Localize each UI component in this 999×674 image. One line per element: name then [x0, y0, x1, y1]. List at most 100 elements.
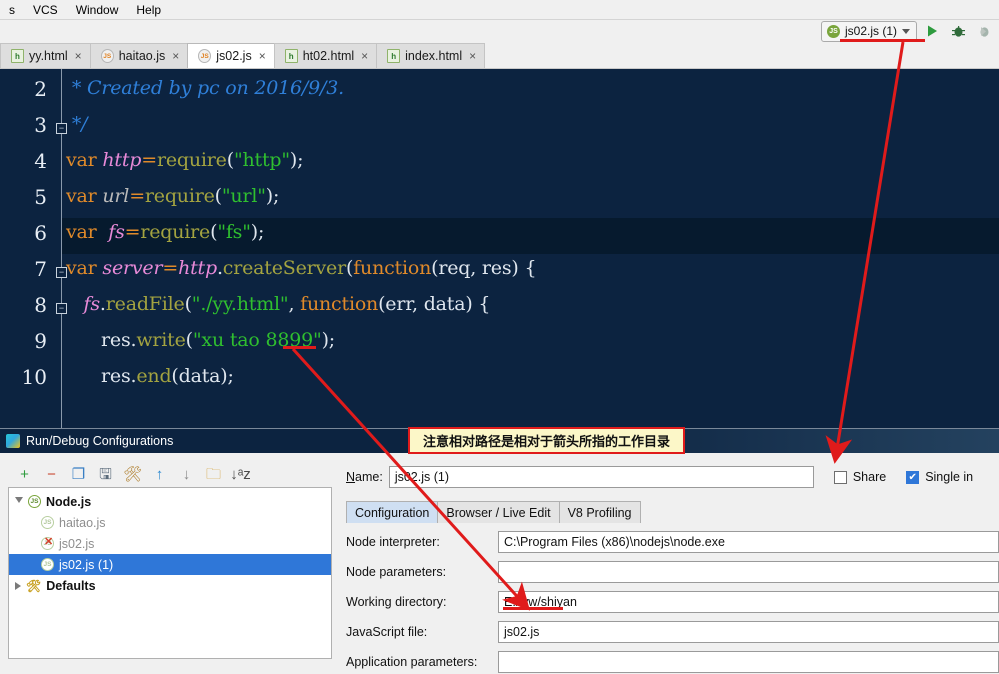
- code-token: fs: [108, 221, 125, 243]
- tree-item-label: Defaults: [46, 578, 96, 593]
- edit-templates-button[interactable]: 🛠: [123, 466, 142, 483]
- save-button[interactable]: 🖫: [97, 466, 114, 483]
- line-number: 5: [34, 185, 47, 209]
- tree-item[interactable]: 🛠 Defaults: [9, 575, 331, 596]
- code-token: var: [66, 185, 103, 207]
- code-token: http: [178, 257, 217, 279]
- code-line[interactable]: var fs=require("fs");: [66, 221, 264, 243]
- error-badge-icon: ✕: [44, 535, 54, 548]
- dialog-body: + − ❐ 🖫 🛠 ↑ ↓ 🗀 ↓ᵃz JS Node.js JS haitao.js JS ✕ js02.…: [0, 453, 999, 674]
- code-token: var: [66, 149, 103, 171]
- configurations-tree[interactable]: JS Node.js JS haitao.js JS ✕ js02.js JS js02.js …: [8, 487, 332, 659]
- share-checkbox[interactable]: [833, 470, 847, 484]
- code-line[interactable]: var http=require("http");: [66, 149, 304, 171]
- editor-tab-haitao-js[interactable]: JS haitao.js ×: [89, 43, 189, 68]
- tree-item-label: haitao.js: [59, 515, 106, 530]
- config-tab[interactable]: Configuration: [346, 501, 439, 523]
- field-row: Application parameters:: [346, 650, 999, 673]
- editor-tab-index-html[interactable]: h index.html ×: [376, 43, 486, 68]
- close-icon[interactable]: ×: [170, 49, 179, 63]
- close-icon[interactable]: ×: [359, 49, 368, 63]
- code-token: fs: [83, 293, 101, 315]
- code-token: end: [136, 365, 172, 387]
- code-line[interactable]: var url=require("url");: [66, 185, 279, 207]
- single-instance-checkbox-wrap[interactable]: ✔ Single in: [906, 470, 973, 484]
- chevron-down-icon[interactable]: [15, 496, 23, 507]
- editor-tab-ht02-html[interactable]: h ht02.html ×: [273, 43, 378, 68]
- code-line[interactable]: var server=http.createServer(function(re…: [66, 257, 537, 279]
- menu-item-vcs[interactable]: VCS: [24, 3, 67, 17]
- editor-tab-js02-js[interactable]: JS js02.js ×: [187, 43, 275, 68]
- field-label: Node interpreter:: [346, 534, 440, 549]
- configurations-left-pane: + − ❐ 🖫 🛠 ↑ ↓ 🗀 ↓ᵃz JS Node.js JS haitao.js JS ✕ js02.…: [0, 453, 340, 674]
- sort-button[interactable]: ↓ᵃz: [230, 466, 251, 483]
- code-editor[interactable]: 2 3 4 5 6 7 8 9 10 * Created by pc on 2016/9/3. …: [0, 69, 999, 431]
- field-input[interactable]: C:\Program Files (x86)\nodejs\node.exe: [498, 530, 999, 553]
- debug-button[interactable]: [947, 21, 969, 42]
- menu-item-window[interactable]: Window: [67, 3, 128, 17]
- code-token: );: [321, 329, 336, 351]
- code-token: */: [66, 113, 88, 135]
- chevron-right-icon[interactable]: [15, 581, 21, 590]
- code-token: (err, data) {: [378, 293, 491, 315]
- editor-gutter[interactable]: 2 3 4 5 6 7 8 9 10: [0, 69, 61, 431]
- configuration-details-pane: Name: js02.js (1) Share ✔ Single in Conf…: [340, 453, 999, 674]
- line-number: 6: [34, 221, 47, 245]
- code-line[interactable]: res.end(data);: [66, 365, 234, 387]
- close-icon[interactable]: ×: [73, 49, 82, 63]
- single-instance-checkbox[interactable]: ✔: [906, 470, 920, 484]
- copy-button[interactable]: ❐: [70, 466, 87, 483]
- tree-item[interactable]: JS ✕ js02.js: [9, 533, 331, 554]
- code-token: =: [162, 257, 179, 279]
- remove-button[interactable]: −: [43, 466, 60, 483]
- move-down-button[interactable]: ↓: [178, 466, 195, 483]
- code-token: res.: [66, 329, 137, 351]
- field-input[interactable]: [498, 650, 999, 673]
- fold-toggle-icon[interactable]: −: [56, 303, 67, 314]
- field-input[interactable]: E:/ww/shiyan: [498, 590, 999, 613]
- close-icon[interactable]: ×: [257, 49, 266, 63]
- code-token: (req, res) {: [431, 257, 537, 279]
- field-input[interactable]: js02.js: [498, 620, 999, 643]
- add-button[interactable]: +: [16, 466, 33, 483]
- share-checkbox-wrap[interactable]: Share: [833, 470, 886, 484]
- run-with-coverage-button[interactable]: [973, 21, 995, 42]
- code-token: readFile: [105, 293, 185, 315]
- js-file-icon: JS: [198, 49, 212, 63]
- name-row: Name: js02.js (1) Share ✔ Single in: [346, 465, 999, 489]
- code-token: write: [136, 329, 186, 351]
- code-token: );: [289, 149, 304, 171]
- code-token: "./yy.html": [191, 293, 289, 315]
- folder-button[interactable]: 🗀: [205, 466, 222, 483]
- editor-tab-bar: h yy.html × JS haitao.js × JS js02.js × …: [0, 43, 999, 69]
- code-token: (: [226, 149, 234, 171]
- field-input[interactable]: [498, 560, 999, 583]
- fold-toggle-icon[interactable]: −: [56, 267, 67, 278]
- menu-item-tools[interactable]: s: [0, 3, 24, 17]
- line-number: 10: [21, 365, 47, 389]
- fold-toggle-icon[interactable]: −: [56, 123, 67, 134]
- dialog-title: Run/Debug Configurations: [26, 434, 174, 448]
- code-token: =: [141, 149, 157, 171]
- code-line[interactable]: fs.readFile("./yy.html", function(err, d…: [66, 293, 491, 315]
- menu-item-help[interactable]: Help: [127, 3, 170, 17]
- tree-item[interactable]: JS js02.js (1): [9, 554, 331, 575]
- chevron-down-icon[interactable]: [902, 28, 910, 34]
- editor-tab-yy-html[interactable]: h yy.html ×: [0, 43, 91, 68]
- tree-item[interactable]: JS Node.js: [9, 491, 331, 512]
- code-token: require: [157, 149, 227, 171]
- menu-bar: s VCS Window Help: [0, 0, 999, 19]
- name-input[interactable]: js02.js (1): [388, 466, 814, 488]
- config-tab[interactable]: V8 Profiling: [558, 501, 641, 523]
- single-instance-label: Single in: [925, 470, 974, 484]
- code-token: require: [140, 221, 211, 243]
- config-tab[interactable]: Browser / Live Edit: [437, 501, 560, 523]
- field-row: Node interpreter: C:\Program Files (x86)\…: [346, 530, 999, 553]
- close-icon[interactable]: ×: [467, 49, 476, 63]
- move-up-button[interactable]: ↑: [151, 466, 168, 483]
- field-label: Working directory:: [346, 594, 447, 609]
- code-line[interactable]: * Created by pc on 2016/9/3.: [66, 77, 344, 99]
- code-token: =: [124, 221, 141, 243]
- tree-item[interactable]: JS haitao.js: [9, 512, 331, 533]
- code-line[interactable]: */: [66, 113, 88, 135]
